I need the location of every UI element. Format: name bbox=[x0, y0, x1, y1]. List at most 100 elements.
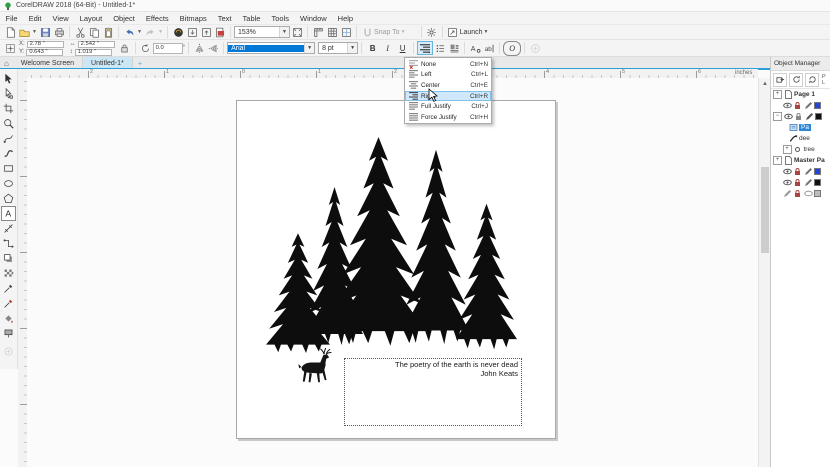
smart-fill-tool[interactable] bbox=[1, 326, 16, 341]
text-properties-button[interactable]: O bbox=[503, 41, 521, 56]
snap-magnet-icon[interactable] bbox=[360, 25, 374, 39]
customize-toolbox-icon[interactable] bbox=[1, 344, 16, 359]
menu-item-right[interactable]: Right Ctrl+R bbox=[405, 91, 491, 102]
menu-object[interactable]: Object bbox=[108, 14, 141, 23]
polygon-tool[interactable] bbox=[1, 191, 16, 206]
expand-icon[interactable]: + bbox=[773, 90, 782, 99]
menu-item-left[interactable]: Left Ctrl+L bbox=[405, 70, 491, 81]
menu-view[interactable]: View bbox=[47, 14, 74, 23]
font-list-combo[interactable]: Arial ▼ bbox=[227, 42, 315, 54]
launch-label[interactable]: Launch bbox=[460, 29, 483, 36]
edit-across-layers-button[interactable] bbox=[789, 73, 803, 87]
layer-manager-view-button[interactable] bbox=[805, 73, 819, 87]
attributes-eyedropper-tool[interactable] bbox=[1, 296, 16, 311]
layer-row-guides[interactable] bbox=[771, 100, 830, 111]
italic-button[interactable]: I bbox=[380, 41, 395, 56]
menu-edit[interactable]: Edit bbox=[23, 14, 47, 23]
snap-to-dropdown-arrow[interactable]: ▼ bbox=[400, 26, 407, 38]
new-layer-button[interactable] bbox=[773, 73, 787, 87]
scrollbar-thumb[interactable] bbox=[761, 167, 769, 253]
flip-horizontal-icon[interactable] bbox=[192, 41, 206, 55]
interactive-fill-tool[interactable] bbox=[1, 311, 16, 326]
redo-dropdown-arrow[interactable]: ▼ bbox=[157, 26, 164, 38]
new-document-icon[interactable] bbox=[3, 25, 17, 39]
menu-window[interactable]: Window bbox=[294, 14, 332, 23]
character-formatting-icon[interactable]: A bbox=[468, 41, 482, 55]
paste-icon[interactable] bbox=[101, 25, 115, 39]
menu-item-center[interactable]: Center Ctrl+E bbox=[405, 80, 491, 91]
text-tool[interactable]: A bbox=[1, 206, 16, 221]
lock-icon[interactable] bbox=[794, 112, 803, 121]
eye-icon[interactable] bbox=[804, 189, 813, 198]
eye-icon[interactable] bbox=[784, 112, 793, 121]
pick-tool[interactable] bbox=[1, 71, 16, 86]
expand-icon[interactable]: + bbox=[783, 145, 792, 154]
x-position-field[interactable]: 2.78 " bbox=[27, 41, 64, 48]
shape-tool[interactable] bbox=[1, 86, 16, 101]
parallel-dimension-tool[interactable] bbox=[1, 221, 16, 236]
eye-icon[interactable] bbox=[783, 178, 792, 187]
zoom-level-combo[interactable]: 153% ▼ bbox=[234, 26, 290, 38]
show-rulers-icon[interactable] bbox=[311, 25, 325, 39]
flip-vertical-icon[interactable] bbox=[206, 41, 220, 55]
layer-row-desktop[interactable] bbox=[771, 177, 830, 188]
eye-icon[interactable] bbox=[783, 101, 792, 110]
ellipse-tool[interactable] bbox=[1, 176, 16, 191]
undo-icon[interactable] bbox=[122, 25, 136, 39]
menu-bitmaps[interactable]: Bitmaps bbox=[174, 14, 212, 23]
lock-icon[interactable] bbox=[793, 101, 802, 110]
redo-icon[interactable] bbox=[143, 25, 157, 39]
options-gear-icon[interactable] bbox=[425, 25, 439, 39]
pine-tree-5[interactable] bbox=[456, 201, 517, 353]
menu-item-force-justify[interactable]: Force Justify Ctrl+H bbox=[405, 112, 491, 123]
object-height-field[interactable]: 1.019 " bbox=[75, 49, 112, 56]
full-screen-preview-icon[interactable] bbox=[290, 25, 304, 39]
connector-tool[interactable] bbox=[1, 236, 16, 251]
cut-icon[interactable] bbox=[73, 25, 87, 39]
show-grid-icon[interactable] bbox=[325, 25, 339, 39]
deer-silhouette[interactable] bbox=[294, 347, 338, 389]
eye-icon[interactable] bbox=[783, 167, 792, 176]
document-page[interactable]: The poetry of the earth is never dead Jo… bbox=[236, 100, 556, 439]
pencil-icon[interactable] bbox=[804, 101, 813, 110]
search-content-icon[interactable] bbox=[171, 25, 185, 39]
crop-tool[interactable] bbox=[1, 101, 16, 116]
menu-tools[interactable]: Tools bbox=[266, 14, 295, 23]
object-row-deer[interactable]: dee bbox=[771, 133, 830, 144]
angle-of-rotation-field[interactable]: 0.0 bbox=[153, 43, 183, 54]
export-icon[interactable] bbox=[199, 25, 213, 39]
undo-dropdown-arrow[interactable]: ▼ bbox=[136, 26, 143, 38]
save-icon[interactable] bbox=[38, 25, 52, 39]
menu-effects[interactable]: Effects bbox=[140, 14, 174, 23]
lock-icon[interactable] bbox=[793, 178, 802, 187]
pencil-icon[interactable] bbox=[804, 178, 813, 187]
menu-item-none[interactable]: None Ctrl+N bbox=[405, 59, 491, 70]
font-name-value[interactable]: Arial bbox=[228, 45, 304, 52]
import-icon[interactable] bbox=[185, 25, 199, 39]
pencil-icon[interactable] bbox=[783, 189, 792, 198]
menu-file[interactable]: File bbox=[0, 14, 23, 23]
layer-row-layer1[interactable]: − bbox=[771, 111, 830, 122]
rectangle-tool[interactable] bbox=[1, 161, 16, 176]
lock-ratio-icon[interactable] bbox=[118, 41, 132, 55]
font-size-combo[interactable]: 8 pt ▼ bbox=[318, 42, 358, 54]
object-row-paragraph-text[interactable]: Pa bbox=[771, 122, 830, 133]
zoom-tool[interactable] bbox=[1, 116, 16, 131]
zoom-dropdown-arrow[interactable]: ▼ bbox=[279, 27, 289, 37]
artistic-media-tool[interactable] bbox=[1, 146, 16, 161]
show-guidelines-icon[interactable] bbox=[339, 25, 353, 39]
pencil-icon[interactable] bbox=[805, 112, 814, 121]
object-row-trees-group[interactable]: + tree bbox=[771, 144, 830, 155]
font-size-value[interactable]: 8 pt bbox=[319, 45, 347, 52]
menu-text[interactable]: Text bbox=[212, 14, 237, 23]
layer-row-page1[interactable]: + Page 1 bbox=[771, 89, 830, 100]
bulleted-list-icon[interactable] bbox=[433, 41, 447, 55]
edit-text-icon[interactable]: ab bbox=[482, 41, 496, 55]
bold-button[interactable]: B bbox=[365, 41, 380, 56]
font-size-dropdown-arrow[interactable]: ▼ bbox=[347, 43, 357, 53]
drop-cap-icon[interactable] bbox=[447, 41, 461, 55]
expand-icon[interactable]: + bbox=[773, 156, 782, 165]
vertical-scrollbar[interactable]: ▲ bbox=[758, 78, 770, 467]
snap-to-label[interactable]: Snap To bbox=[374, 29, 400, 36]
layers-button-clipped-label[interactable]: L bbox=[822, 80, 826, 86]
